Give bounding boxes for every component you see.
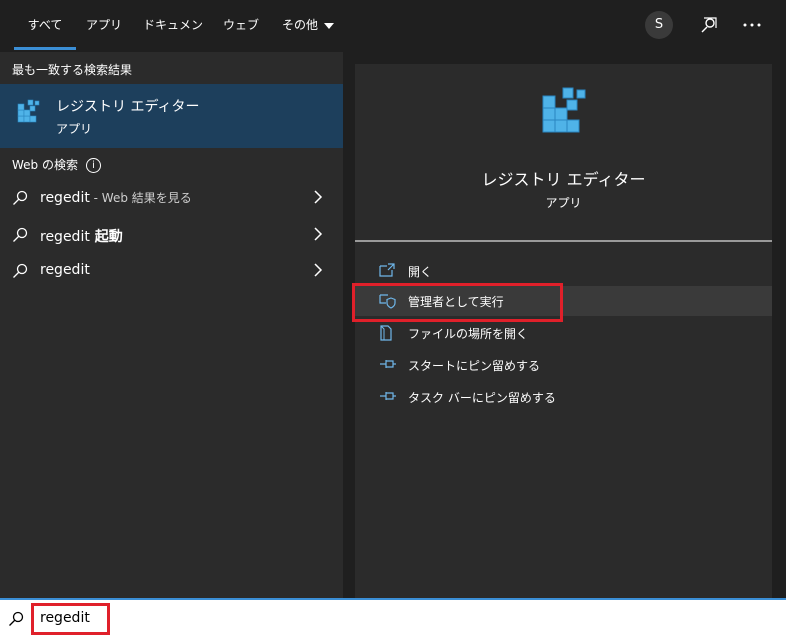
best-match-title: レジストリ エディター [56,99,200,115]
chevron-right-icon [314,227,323,241]
best-match-subtitle: アプリ [56,122,93,136]
web-result-bold: 起動 [89,229,123,245]
open-icon [379,263,395,277]
pin-icon [380,392,396,400]
action-open[interactable]: 開く [355,256,772,286]
web-result-query: regedit [40,262,90,278]
action-pin-to-taskbar[interactable]: タスク バーにピン留めする [355,382,772,412]
registry-editor-icon [17,99,40,123]
chevron-right-icon [314,263,323,277]
search-icon [13,263,28,278]
action-open-label: 開く [408,265,433,279]
action-open-file-location[interactable]: ファイルの場所を開く [355,318,772,348]
best-match-header: 最も一致する検索結果 [12,63,133,77]
divider [355,240,772,242]
more-icon[interactable] [741,14,763,36]
search-icon [13,190,28,205]
tab-all[interactable]: すべて [14,0,76,52]
search-bar [0,598,786,638]
tab-more-label: その他 [281,18,318,32]
registry-editor-icon [542,87,586,133]
action-pin-to-start[interactable]: スタートにピン留めする [355,350,772,380]
results-panel: 最も一致する検索結果 レジストリ エディター アプリ Web の検索 i rege… [0,52,343,598]
best-match-item[interactable]: レジストリ エディター アプリ [0,84,343,148]
search-icon [9,611,24,626]
web-result-item[interactable]: regedit 起動 [0,218,343,252]
info-icon[interactable]: i [85,158,101,173]
action-pin-to-taskbar-label: タスク バーにピン留めする [408,391,556,405]
tab-documents[interactable]: ドキュメント [138,0,208,82]
web-result-suffix: - Web 結果を見る [89,191,192,205]
web-search-header: Web の検索 i [12,156,101,173]
feedback-icon[interactable] [698,14,720,36]
web-search-header-label: Web の検索 [12,158,78,172]
app-preview-card: レジストリ エディター アプリ 開く 管理者として実行 ファイルの場所を開く ス… [355,64,772,598]
web-result-item[interactable]: regedit [0,254,343,288]
action-open-file-location-label: ファイルの場所を開く [408,327,529,341]
file-location-icon [380,325,392,341]
preview-panel: レジストリ エディター アプリ 開く 管理者として実行 ファイルの場所を開く ス… [343,52,786,598]
web-result-item[interactable]: regedit - Web 結果を見る [0,181,343,215]
top-bar: すべて アプリ ドキュメント ウェブ その他 S [0,0,786,82]
app-subtitle: アプリ [545,196,582,210]
pin-icon [380,360,396,368]
highlight-box [352,283,563,322]
tab-web[interactable]: ウェブ [220,0,262,52]
avatar[interactable]: S [645,11,673,39]
app-title: レジストリ エディター [481,170,646,189]
search-icon [13,227,28,242]
tab-apps[interactable]: アプリ [84,0,124,52]
chevron-right-icon [314,190,323,204]
tab-more[interactable]: その他 [278,0,338,52]
action-pin-to-start-label: スタートにピン留めする [408,359,541,373]
web-result-query: regedit [40,190,90,206]
highlight-box [31,603,110,635]
web-result-query: regedit [40,229,90,245]
chevron-down-icon [324,22,334,29]
